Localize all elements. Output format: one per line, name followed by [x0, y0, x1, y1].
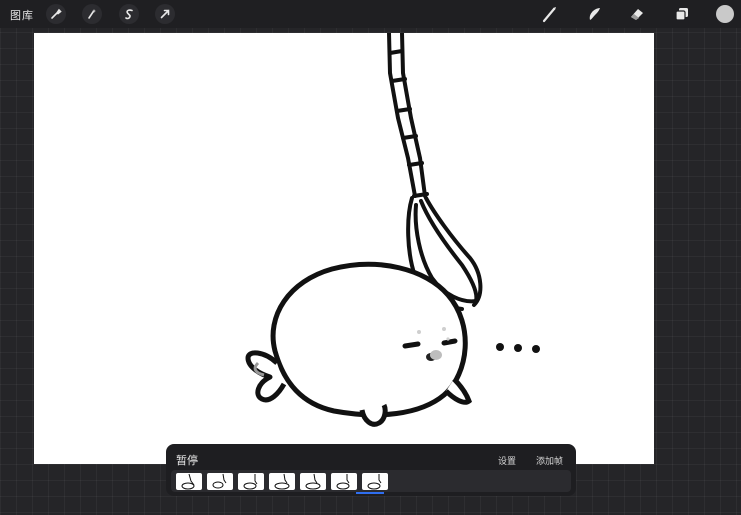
selection-s-icon[interactable]	[119, 4, 139, 24]
frame-timeline[interactable]	[171, 470, 571, 494]
brush-icon[interactable]	[540, 4, 560, 24]
selected-frame-indicator	[356, 492, 384, 494]
frame-thumbnail[interactable]	[331, 473, 357, 490]
wrench-icon[interactable]	[46, 4, 66, 24]
transform-arrow-icon[interactable]	[155, 4, 175, 24]
magic-wand-icon[interactable]	[82, 4, 102, 24]
frame-thumbnail-selected[interactable]	[362, 473, 388, 490]
frame-thumbnail[interactable]	[269, 473, 295, 490]
add-frame-button[interactable]: 添加帧	[536, 454, 563, 467]
smudge-icon[interactable]	[584, 4, 604, 24]
playback-status[interactable]: 暂停	[176, 452, 198, 468]
animation-panel: 暂停 设置 添加帧	[166, 444, 576, 496]
frame-thumbnail[interactable]	[207, 473, 233, 490]
gallery-button[interactable]: 图库	[10, 7, 34, 23]
frame-thumbnail[interactable]	[238, 473, 264, 490]
top-toolbar: 图库	[0, 0, 741, 28]
layers-icon[interactable]	[672, 4, 692, 24]
frame-thumbnail[interactable]	[300, 473, 326, 490]
drawing-canvas[interactable]	[34, 33, 654, 464]
eraser-icon[interactable]	[627, 4, 647, 24]
frame-thumbnail[interactable]	[176, 473, 202, 490]
seal-drawing	[245, 33, 540, 427]
animation-settings-button[interactable]: 设置	[498, 454, 516, 467]
color-swatch[interactable]	[716, 5, 734, 23]
